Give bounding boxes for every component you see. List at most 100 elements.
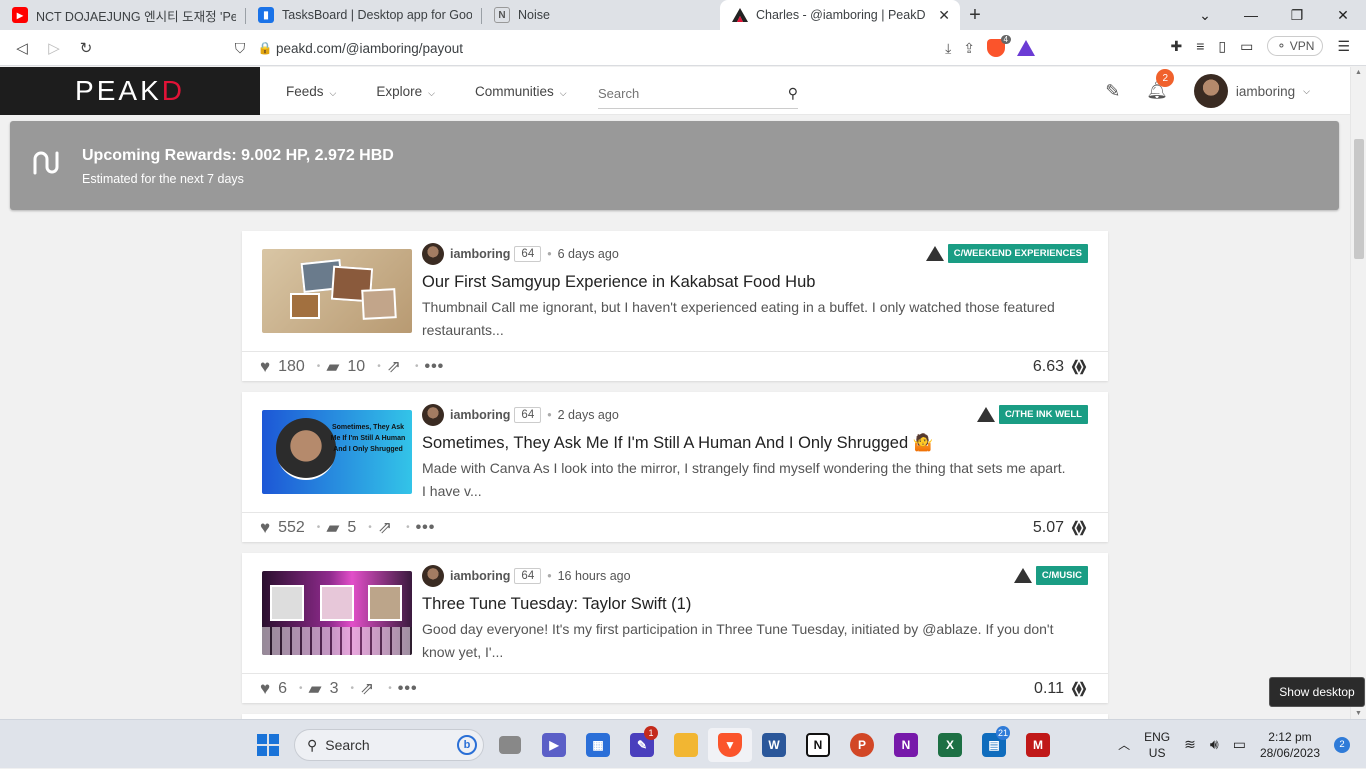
peakd-logo[interactable]: PEAKD	[0, 67, 260, 115]
post-title[interactable]: Our First Samgyup Experience in Kakabsat…	[422, 273, 815, 292]
clock[interactable]: 2:12 pm 28/06/2023	[1260, 729, 1320, 761]
lock-icon[interactable]: 🔒	[254, 41, 276, 55]
post-author[interactable]: iamboring	[450, 569, 510, 583]
notifications-button[interactable]: 🔔︎ 2	[1146, 69, 1175, 101]
word-button[interactable]: W	[752, 728, 796, 762]
powerpoint-button[interactable]: P	[840, 728, 884, 762]
post-title[interactable]: Three Tune Tuesday: Taylor Swift (1)	[422, 595, 691, 614]
post-description[interactable]: Good day everyone! It's my first partici…	[422, 618, 1072, 664]
reblog-icon[interactable]: ⇗	[360, 679, 374, 699]
scroll-down-icon[interactable]: ▼	[1355, 710, 1362, 717]
comment-icon[interactable]: ▰	[309, 679, 322, 699]
teams-button[interactable]: ▶	[532, 728, 576, 762]
comment-count[interactable]: 3	[330, 680, 339, 698]
battery-icon[interactable]: ▭	[1233, 736, 1246, 753]
extensions-icon[interactable]: ✚	[1171, 38, 1183, 55]
wallet-icon[interactable]: ▭	[1240, 38, 1253, 55]
more-options-icon[interactable]: •••	[416, 519, 436, 537]
community-link[interactable]: C/MUSIC	[1013, 565, 1088, 585]
restore-icon[interactable]: ❐	[1274, 7, 1320, 24]
browser-tab-youtube[interactable]: ▶ NCT DOJAEJUNG 엔시티 도재정 'Perfu	[0, 0, 246, 30]
share-icon[interactable]: ⇪	[963, 40, 975, 57]
media-icon[interactable]: ≡	[1196, 38, 1204, 54]
post-description[interactable]: Thumbnail Call me ignorant, but I haven'…	[422, 296, 1072, 342]
task-view-button[interactable]	[488, 728, 532, 762]
search-icon[interactable]: ⚲	[788, 85, 798, 102]
avatar[interactable]	[422, 404, 444, 426]
notion-button[interactable]: N	[796, 728, 840, 762]
mcafee-button[interactable]: M	[1016, 728, 1060, 762]
photo-editor-button[interactable]: ✎ 1	[620, 726, 664, 762]
post-description[interactable]: Made with Canva As I look into the mirro…	[422, 457, 1072, 503]
close-tab-icon[interactable]: ✕	[928, 7, 950, 24]
language-indicator[interactable]: ENG US	[1144, 729, 1170, 761]
post-author[interactable]: iamboring	[450, 408, 510, 422]
menu-explore[interactable]: Explore ⌵	[376, 84, 435, 99]
vote-count[interactable]: 552	[278, 519, 305, 537]
start-button[interactable]	[246, 728, 290, 762]
close-window-icon[interactable]: ✕	[1320, 7, 1366, 24]
avatar[interactable]	[422, 243, 444, 265]
vote-count[interactable]: 6	[278, 680, 287, 698]
scrollbar-thumb[interactable]	[1354, 139, 1364, 259]
post-card[interactable]: Sometimes, They Ask Me If I'm Still A Hu…	[242, 392, 1108, 542]
address-bar[interactable]: ⛉ 🔒 peakd.com/@iamboring/payout ⤓ ⇪ 4	[226, 33, 1049, 63]
post-payout[interactable]: 5.07	[1033, 513, 1088, 543]
scroll-up-icon[interactable]: ▲	[1355, 69, 1362, 76]
store-button[interactable]: ▦	[576, 728, 620, 762]
menu-icon[interactable]: ☰	[1337, 38, 1350, 55]
community-link[interactable]: C/WEEKEND EXPERIENCES	[925, 243, 1088, 263]
back-icon[interactable]: ◁	[6, 39, 38, 57]
volume-icon[interactable]: 🔊︎	[1210, 736, 1219, 753]
new-tab-button[interactable]: +	[960, 0, 990, 30]
avatar[interactable]	[422, 565, 444, 587]
menu-communities[interactable]: Communities ⌵	[475, 84, 567, 99]
reload-icon[interactable]: ↻	[70, 39, 102, 57]
more-options-icon[interactable]: •••	[398, 680, 418, 698]
post-payout[interactable]: 6.63	[1033, 352, 1088, 382]
vpn-button[interactable]: ⚬ VPN	[1267, 36, 1324, 56]
write-post-icon[interactable]: ✎	[1105, 81, 1120, 102]
browser-tab-noise[interactable]: N Noise	[482, 0, 720, 30]
more-options-icon[interactable]: •••	[424, 358, 444, 376]
post-title[interactable]: Sometimes, They Ask Me If I'm Still A Hu…	[422, 434, 933, 453]
post-author[interactable]: iamboring	[450, 247, 510, 261]
page-scrollbar[interactable]: ▲ ▼	[1350, 67, 1366, 719]
taskbar-search[interactable]: ⚲ Search b	[294, 729, 484, 761]
brave-button[interactable]: ▼	[708, 728, 752, 762]
brave-shields-icon[interactable]: 4	[987, 35, 1011, 57]
brave-rewards-icon[interactable]	[1017, 40, 1035, 56]
menu-feeds[interactable]: Feeds ⌵	[286, 84, 336, 99]
tab-search-icon[interactable]: ⌄	[1182, 7, 1228, 24]
heart-icon[interactable]: ♥	[260, 679, 270, 699]
post-time[interactable]: 6 days ago	[558, 247, 619, 261]
post-thumbnail[interactable]: Sometimes, They Ask Me If I'm Still A Hu…	[262, 410, 412, 494]
chevron-up-icon[interactable]: ︿	[1118, 736, 1130, 753]
post-card[interactable]: iamboring 64 • 16 hours ago C/MUSIC Thre…	[242, 553, 1108, 703]
search-input[interactable]	[598, 86, 788, 101]
url-text[interactable]: peakd.com/@iamboring/payout	[276, 41, 945, 56]
comment-count[interactable]: 5	[347, 519, 356, 537]
heart-icon[interactable]: ♥	[260, 357, 270, 377]
post-thumbnail[interactable]	[262, 249, 412, 333]
file-explorer-button[interactable]	[664, 728, 708, 762]
bookmark-icon[interactable]: ⛉	[226, 40, 254, 57]
reblog-icon[interactable]: ⇗	[387, 357, 401, 377]
forward-icon[interactable]: ▷	[38, 39, 70, 57]
install-app-icon[interactable]: ⤓	[945, 40, 951, 57]
community-link[interactable]: C/THE INK WELL	[976, 404, 1088, 424]
browser-tab-peakd[interactable]: Charles - @iamboring | PeakD ✕	[720, 0, 960, 30]
notification-center-badge[interactable]: 2	[1334, 736, 1350, 753]
sidebar-icon[interactable]: ▯	[1218, 38, 1226, 55]
wifi-icon[interactable]: ≋	[1184, 736, 1196, 753]
excel-button[interactable]: X	[928, 728, 972, 762]
onenote-button[interactable]: N	[884, 728, 928, 762]
user-menu[interactable]: iamboring ⌵	[1193, 74, 1310, 108]
post-payout[interactable]: 0.11	[1034, 674, 1088, 704]
outlook-button[interactable]: ▤ 21	[972, 726, 1016, 762]
post-time[interactable]: 2 days ago	[558, 408, 619, 422]
minimize-icon[interactable]: —	[1228, 7, 1274, 23]
post-thumbnail[interactable]	[262, 571, 412, 655]
post-time[interactable]: 16 hours ago	[558, 569, 631, 583]
browser-tab-tasksboard[interactable]: ▮ TasksBoard | Desktop app for Google	[246, 0, 482, 30]
